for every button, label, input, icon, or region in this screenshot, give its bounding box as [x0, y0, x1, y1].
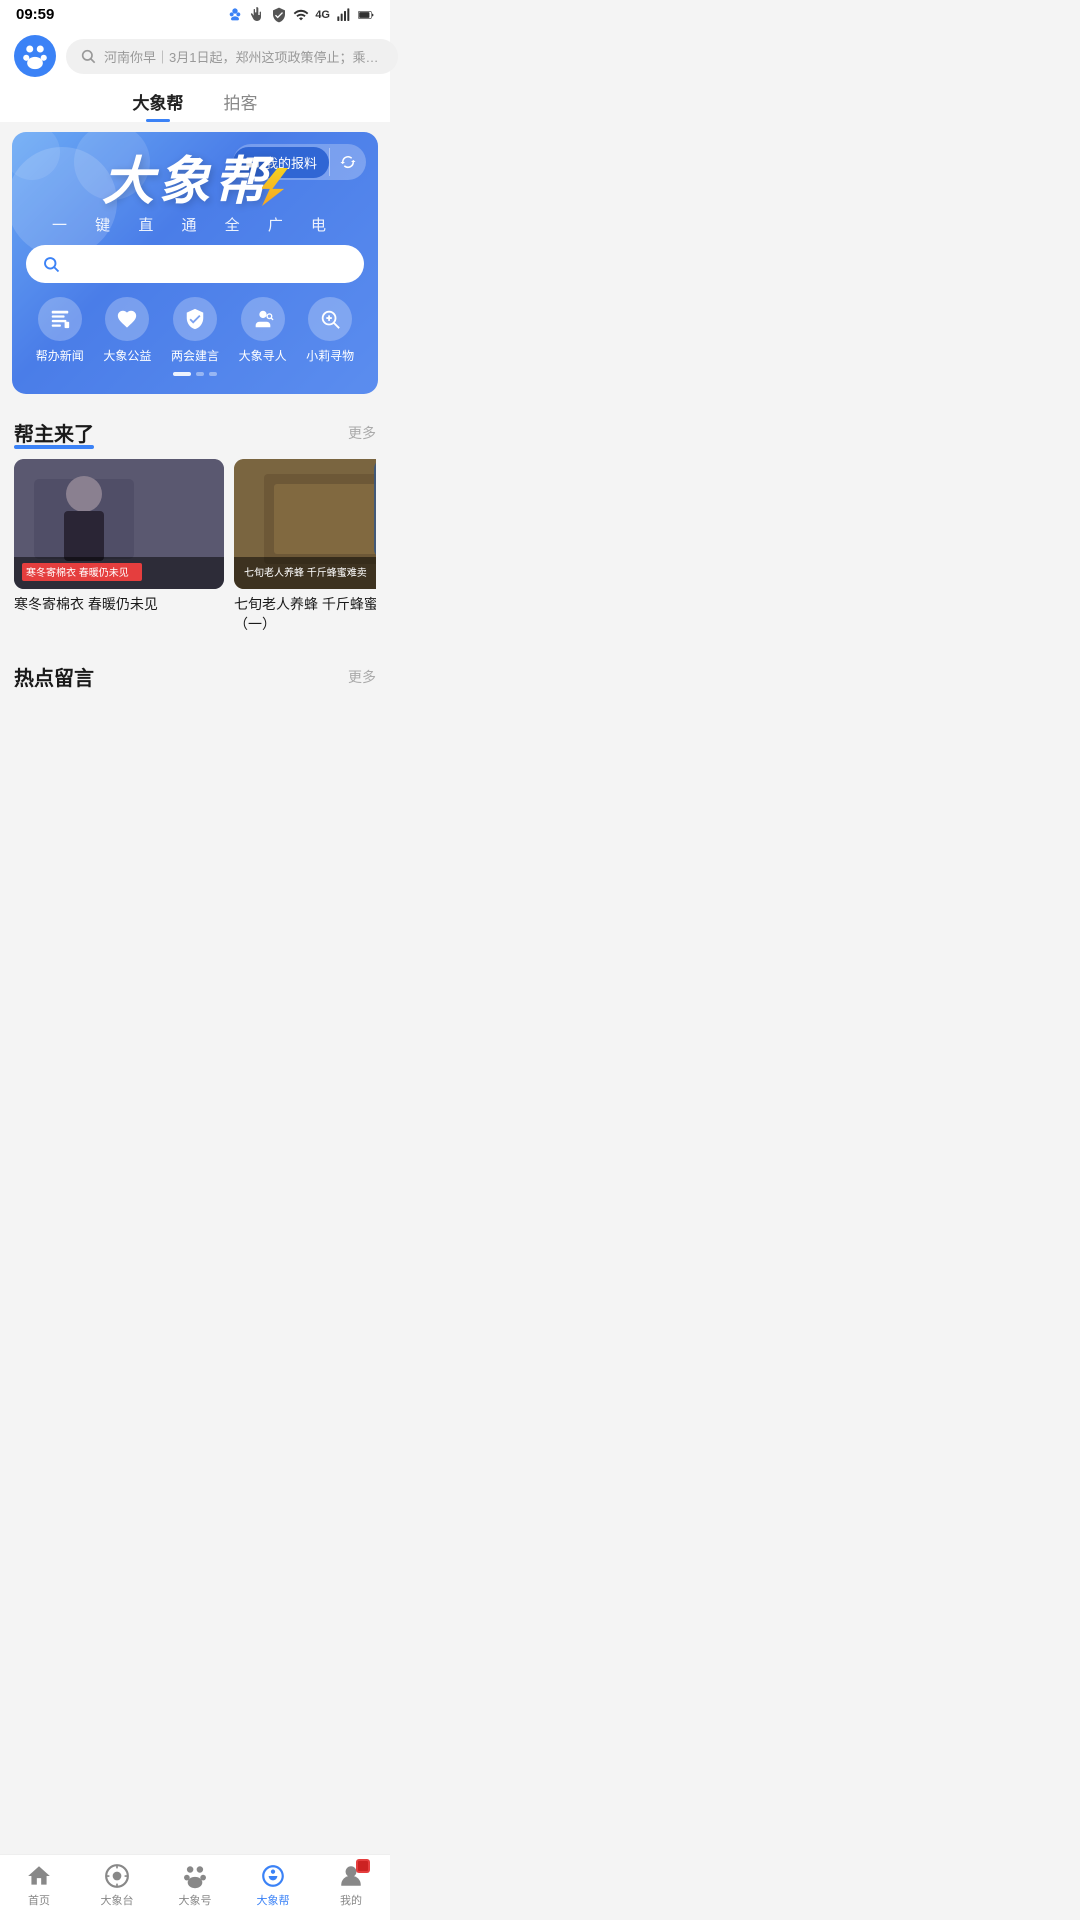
paw-icon: [227, 7, 243, 23]
service-daxiang-gongyi[interactable]: 大象公益: [103, 297, 151, 364]
bottom-nav: 首页 大象台 大象号 大象帮: [0, 1854, 390, 1920]
nav-my-label: 我的: [340, 1892, 362, 1908]
home-icon: [26, 1863, 52, 1889]
dot-3: [209, 372, 217, 376]
bangzhu-header: 帮主来了 更多: [14, 418, 376, 447]
tab-daxiangbang[interactable]: 大象帮: [133, 89, 184, 122]
bangzhu-title: 帮主来了: [14, 418, 94, 447]
status-bar: 09:59 4G: [0, 0, 390, 27]
refresh-button[interactable]: [330, 144, 366, 180]
banner-main-title: 大象帮: [102, 156, 288, 208]
nav-daxiangtai-label: 大象台: [101, 1892, 134, 1908]
hot-comments-more[interactable]: 更多: [348, 667, 376, 687]
service-xiaoli-xunwu[interactable]: 小莉寻物: [306, 297, 354, 364]
header-logo-search: 河南你早｜3月1日起，郑州这项政策停止；乘坐进...: [14, 35, 376, 77]
tab-paiike[interactable]: 拍客: [224, 89, 258, 122]
nav-daxianghao-label: 大象号: [179, 1892, 212, 1908]
news-card-2[interactable]: 七旬老人养蜂 千斤蜂蜜难卖 七旬老人养蜂 千斤蜂蜜急需买家（一）: [234, 459, 376, 634]
bangban-icon-circle: [38, 297, 82, 341]
header-search-bar[interactable]: 河南你早｜3月1日起，郑州这项政策停止；乘坐进...: [66, 39, 398, 74]
bangzhu-more[interactable]: 更多: [348, 423, 376, 443]
news-card-img-2: 七旬老人养蜂 千斤蜂蜜难卖: [234, 459, 376, 589]
banner-dots: [26, 372, 364, 376]
svg-text:寒冬寄棉衣 春暖仍未见: 寒冬寄棉衣 春暖仍未见: [26, 566, 129, 579]
service-bangban-xinwen[interactable]: 帮办新闻: [36, 297, 84, 364]
badge-icon: [356, 1853, 370, 1879]
my-badge: [356, 1859, 370, 1873]
signal-icon: [336, 7, 352, 23]
xunwu-icon-circle: [308, 297, 352, 341]
refresh-icon: [339, 153, 357, 171]
nav-my[interactable]: 我的: [312, 1863, 390, 1908]
header: 河南你早｜3月1日起，郑州这项政策停止；乘坐进... 大象帮 拍客: [0, 27, 390, 122]
news-title-2: 七旬老人养蜂 千斤蜂蜜急需买家（一）: [234, 595, 376, 634]
hand-icon: [249, 7, 265, 23]
tab-bar: 大象帮 拍客: [14, 77, 376, 122]
service-daxiang-xunren[interactable]: 大象寻人: [239, 297, 287, 364]
banner-search-bar[interactable]: [26, 245, 364, 283]
nav-daxiangtai[interactable]: 大象台: [78, 1863, 156, 1908]
lianghui-icon: [184, 308, 206, 330]
nav-daxianghao[interactable]: 大象号: [156, 1863, 234, 1908]
bangban-icon: [49, 308, 71, 330]
news-card-1[interactable]: 寒冬寄棉衣 春暖仍未见 寒冬寄棉衣 春暖仍未见: [14, 459, 224, 634]
xunwu-icon: [319, 308, 341, 330]
card2-image: 七旬老人养蜂 千斤蜂蜜难卖: [234, 459, 376, 589]
lianghui-icon-circle: [173, 297, 217, 341]
hot-comments-header: 热点留言 更多: [14, 662, 376, 691]
logo-icon: [21, 42, 49, 70]
svg-text:七旬老人养蜂 千斤蜂蜜难卖: 七旬老人养蜂 千斤蜂蜜难卖: [244, 566, 367, 579]
banner-search-icon: [42, 255, 60, 273]
bangzhu-section: 帮主来了 更多 寒冬寄棉衣 春暖仍未见 寒冬寄棉: [0, 404, 390, 648]
app-logo[interactable]: [14, 35, 56, 77]
dot-1: [173, 372, 191, 376]
wifi-icon: [293, 7, 309, 23]
hot-comments-section: 热点留言 更多: [0, 648, 390, 713]
daxiangbang-nav-icon: [260, 1863, 286, 1889]
service-lianghui-jianyan[interactable]: 两会建言: [171, 297, 219, 364]
gongyi-icon: [116, 308, 138, 330]
nav-home-label: 首页: [28, 1892, 50, 1908]
banner-subtitle: 一 键 直 通 全 广 电: [52, 214, 338, 235]
service-icon-grid: 帮办新闻 大象公益 两会建言: [26, 297, 364, 364]
nav-daxiangbang-label: 大象帮: [257, 1892, 290, 1908]
search-placeholder-text: 河南你早｜3月1日起，郑州这项政策停止；乘坐进...: [104, 47, 384, 66]
dot-2: [196, 372, 204, 376]
card1-image: 寒冬寄棉衣 春暖仍未见: [14, 459, 224, 589]
hot-comments-title: 热点留言: [14, 662, 94, 691]
search-icon: [80, 48, 96, 64]
xunren-icon: [252, 308, 274, 330]
news-scroll: 寒冬寄棉衣 春暖仍未见 寒冬寄棉衣 春暖仍未见 七旬老人养蜂: [14, 459, 376, 638]
nav-home[interactable]: 首页: [0, 1863, 78, 1908]
news-card-img-1: 寒冬寄棉衣 春暖仍未见: [14, 459, 224, 589]
gongyi-icon-circle: [105, 297, 149, 341]
shield-icon: [271, 7, 287, 23]
news-title-1: 寒冬寄棉衣 春暖仍未见: [14, 595, 224, 615]
status-time: 09:59: [16, 6, 54, 23]
daxiangtai-icon: [104, 1863, 130, 1889]
battery-icon: [358, 7, 374, 23]
my-icon-wrap: [338, 1863, 364, 1889]
banner: 我的报料 大象帮 一 键 直 通 全 广 电: [12, 132, 378, 394]
daxianghao-icon: [182, 1863, 208, 1889]
nav-daxiangbang[interactable]: 大象帮: [234, 1863, 312, 1908]
xunren-icon-circle: [241, 297, 285, 341]
network-type: 4G: [315, 9, 330, 21]
status-icons: 4G: [227, 7, 374, 23]
